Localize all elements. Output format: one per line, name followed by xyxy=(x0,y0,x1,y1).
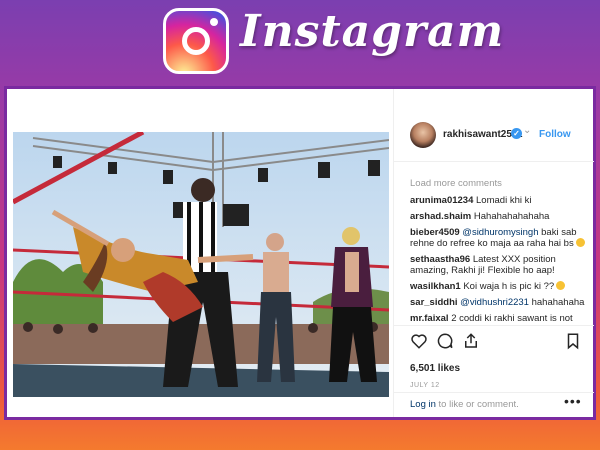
share-icon[interactable] xyxy=(462,332,480,350)
comment-user[interactable]: wasilkhan1 xyxy=(410,281,461,292)
comment: wasilkhan1 Koi waja h is pic ki ?? xyxy=(410,281,590,292)
comment-user[interactable]: sethaastha96 xyxy=(410,254,470,265)
comment: bieber4509 @sidhuromysingh baki sab rehn… xyxy=(410,227,590,249)
comment-user[interactable]: bieber4509 xyxy=(410,227,460,238)
dropdown-icon[interactable]: ⌄ xyxy=(523,125,531,136)
bookmark-icon[interactable] xyxy=(564,332,582,350)
post-date: JULY 12 xyxy=(410,382,440,389)
comment-icon[interactable] xyxy=(436,332,454,350)
comment: sar_siddhi @vidhushri2231 hahahahaha xyxy=(410,297,585,308)
instagram-banner: Instagram xyxy=(0,0,600,86)
comment-user[interactable]: arunima01234 xyxy=(410,195,473,206)
post-photo[interactable] xyxy=(13,132,389,397)
instagram-wordmark: Instagram xyxy=(240,6,505,57)
comment: arunima01234 Lomadi khi ki xyxy=(410,195,532,206)
comment: sethaastha96 Latest XXX position amazing… xyxy=(410,254,556,276)
post-side-panel: rakhisawant2511 ✓ ⌄ Follow Load more com… xyxy=(393,89,594,417)
comment: arshad.shaim Hahahahahahaha xyxy=(410,211,550,222)
comment-user[interactable]: mr.faixal xyxy=(410,313,449,324)
laughing-emoji-icon xyxy=(575,238,585,247)
comment: mr.faixal 2 coddi ki rakhi sawant is not xyxy=(410,313,573,324)
instagram-logo-icon xyxy=(163,8,229,74)
comment-mention[interactable]: @sidhuromysingh xyxy=(462,227,538,238)
follow-button[interactable]: Follow xyxy=(539,129,571,140)
more-options-icon[interactable]: ••• xyxy=(564,393,582,409)
post-header: rakhisawant2511 ✓ ⌄ Follow xyxy=(394,122,594,162)
post-card: rakhisawant2511 ✓ ⌄ Follow Load more com… xyxy=(4,86,596,420)
login-link[interactable]: Log in xyxy=(410,399,436,410)
post-actions: 6,501 likes JULY 12 Log in to like or co… xyxy=(394,325,594,415)
confused-emoji-icon xyxy=(556,281,566,290)
likes-count[interactable]: 6,501 likes xyxy=(410,363,460,374)
heart-icon[interactable] xyxy=(410,332,428,350)
comment-user[interactable]: arshad.shaim xyxy=(410,211,471,222)
comments-list: Load more comments arunima01234 Lomadi k… xyxy=(410,178,590,324)
avatar[interactable] xyxy=(410,122,436,148)
login-prompt: Log in to like or comment. ••• xyxy=(394,392,594,416)
verified-badge-icon: ✓ xyxy=(511,128,522,139)
load-more-comments[interactable]: Load more comments xyxy=(410,178,590,189)
comment-mention[interactable]: @vidhushri2231 xyxy=(460,297,529,308)
comment-user[interactable]: sar_siddhi xyxy=(410,297,458,308)
